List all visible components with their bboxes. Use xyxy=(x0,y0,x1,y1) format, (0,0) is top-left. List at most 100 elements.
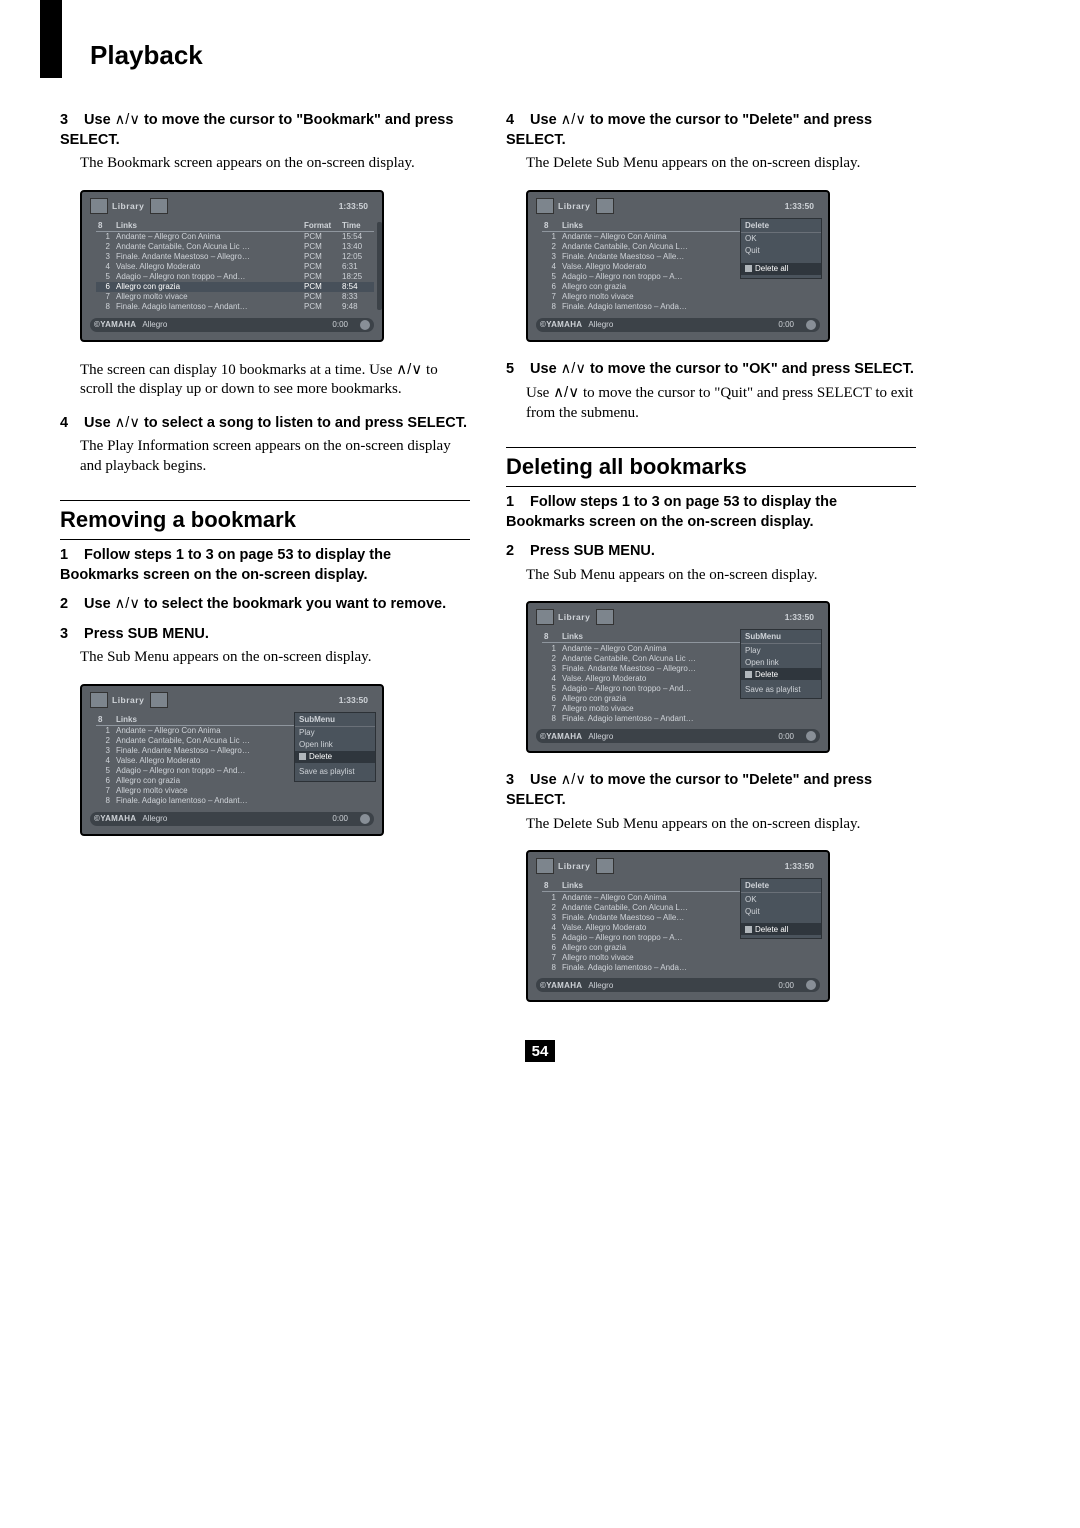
submenu-title: Delete xyxy=(741,219,821,233)
list-header: 8 Links Format Time xyxy=(96,220,374,232)
status-time: 0:00 xyxy=(778,981,794,990)
top-time: 1:33:50 xyxy=(339,695,374,705)
page-number: 54 xyxy=(525,1040,555,1062)
delete-menu: Delete OKQuitDelete all xyxy=(740,878,822,939)
submenu-title: SubMenu xyxy=(295,713,375,727)
note-icon xyxy=(536,609,554,625)
up-down-arrows-icon: ∧/∨ xyxy=(561,772,586,788)
sub-menu: SubMenu PlayOpen linkDeleteSave as playl… xyxy=(740,629,822,699)
remove-step3-body: The Sub Menu appears on the on-screen di… xyxy=(80,648,470,668)
submenu-item: OK xyxy=(741,233,821,245)
submenu-item: Delete xyxy=(295,751,375,763)
submenu-item: Open link xyxy=(295,739,375,751)
library-label: Library xyxy=(112,201,144,211)
table-row: 4Valse. Allegro ModeratoPCM6:31 xyxy=(96,262,374,272)
right-step5: 5 Use ∧/∨ to move the cursor to "OK" and… xyxy=(506,360,916,380)
fig1-note: The screen can display 10 bookmarks at a… xyxy=(80,360,470,400)
table-row: 7Allegro molto vivace xyxy=(542,703,820,713)
note-icon xyxy=(90,198,108,214)
left-column: 3 Use ∧/∨ to move the cursor to "Bookmar… xyxy=(60,111,470,1020)
up-down-arrows-icon: ∧/∨ xyxy=(396,361,422,378)
table-row: 8Finale. Adagio lamentoso – Andant… xyxy=(542,713,820,723)
bookmark-list: 8 Links Format Time 1Andante – Allegro C… xyxy=(96,220,374,312)
step-number: 3 xyxy=(60,625,80,645)
status-time: 0:00 xyxy=(778,320,794,329)
progress-knob xyxy=(360,814,370,824)
screen-topbar: Library 1:33:50 xyxy=(82,686,382,710)
step-number: 3 xyxy=(506,771,526,791)
table-row: 7Allegro molto vivace xyxy=(96,786,374,796)
stop-icon xyxy=(745,671,752,678)
figure-submenu-screen-2: Library 1:33:50 8 Links 1Andante – Alleg… xyxy=(526,601,830,753)
screen-topbar: Library 1:33:50 xyxy=(528,852,828,876)
right-column: 4 Use ∧/∨ to move the cursor to "Delete"… xyxy=(506,111,916,1020)
library-label: Library xyxy=(112,695,144,705)
table-row: 6Allegro con grazia xyxy=(542,282,820,292)
library-label: Library xyxy=(558,861,590,871)
tool-icon xyxy=(150,198,168,214)
step-number: 5 xyxy=(506,360,526,380)
tool-icon xyxy=(150,692,168,708)
table-row: 3Finale. Andante Maestoso – Allegro…PCM1… xyxy=(96,252,374,262)
screen-topbar: Library 1:33:50 xyxy=(82,192,382,216)
status-track: Allegro xyxy=(142,320,167,329)
right-step5-body: Use ∧/∨ to move the cursor to "Quit" and… xyxy=(526,383,916,423)
submenu-item: Delete all xyxy=(741,263,821,275)
figure-bookmark-screen: Library 1:33:50 8 Links Format Time 1And… xyxy=(80,190,384,342)
table-row: 8Finale. Adagio lamentoso – Anda… xyxy=(542,302,820,312)
step-number: 1 xyxy=(506,493,526,513)
status-bar: ©YAMAHA Allegro 0:00 xyxy=(536,318,820,332)
table-row: 7Allegro molto vivacePCM8:33 xyxy=(96,292,374,302)
progress-knob xyxy=(806,731,816,741)
brand-label: ©YAMAHA xyxy=(94,320,136,329)
list-with-submenu: 8 Links 1Andante – Allegro Con Anima2And… xyxy=(542,631,820,723)
del-step2-body: The Sub Menu appears on the on-screen di… xyxy=(526,566,916,586)
left-step4: 4 Use ∧/∨ to select a song to listen to … xyxy=(60,414,470,434)
submenu-item: Save as playlist xyxy=(741,683,821,695)
top-time: 1:33:50 xyxy=(339,201,374,211)
left-step3: 3 Use ∧/∨ to move the cursor to "Bookmar… xyxy=(60,111,470,150)
left-step4-body: The Play Information screen appears on t… xyxy=(80,437,470,476)
up-down-arrows-icon: ∧/∨ xyxy=(115,596,140,612)
status-time: 0:00 xyxy=(778,732,794,741)
screen-topbar: Library 1:33:50 xyxy=(528,192,828,216)
brand-label: ©YAMAHA xyxy=(540,981,582,990)
del-step1: 1 Follow steps 1 to 3 on page 53 to disp… xyxy=(506,493,916,532)
submenu-item: Play xyxy=(741,644,821,656)
library-label: Library xyxy=(558,201,590,211)
up-down-arrows-icon: ∧/∨ xyxy=(561,361,586,377)
status-bar: ©YAMAHA Allegro 0:00 xyxy=(536,729,820,743)
step-number: 2 xyxy=(506,542,526,562)
right-step4-body: The Delete Sub Menu appears on the on-sc… xyxy=(526,154,916,174)
top-time: 1:33:50 xyxy=(785,861,820,871)
section-removing: Removing a bookmark xyxy=(60,500,470,540)
status-bar: ©YAMAHA Allegro 0:00 xyxy=(536,978,820,992)
submenu-item: Delete all xyxy=(741,923,821,935)
table-row: 6Allegro con graziaPCM8:54 xyxy=(96,282,374,292)
section-tab xyxy=(40,0,62,78)
note-icon xyxy=(90,692,108,708)
status-bar: ©YAMAHA Allegro 0:00 xyxy=(90,318,374,332)
status-track: Allegro xyxy=(588,732,613,741)
submenu-title: Delete xyxy=(741,879,821,893)
step-number: 3 xyxy=(60,111,80,131)
table-row: 7Allegro molto vivace xyxy=(542,292,820,302)
status-track: Allegro xyxy=(142,814,167,823)
status-time: 0:00 xyxy=(332,814,348,823)
note-icon xyxy=(536,198,554,214)
status-time: 0:00 xyxy=(332,320,348,329)
brand-label: ©YAMAHA xyxy=(94,814,136,823)
stop-icon xyxy=(299,753,306,760)
step-number: 1 xyxy=(60,546,80,566)
tool-icon xyxy=(596,858,614,874)
left-step3-body: The Bookmark screen appears on the on-sc… xyxy=(80,154,470,174)
figure-delete-screen-2: Library 1:33:50 8 Links 1Andante – Alleg… xyxy=(526,850,830,1002)
submenu-item: Quit xyxy=(741,245,821,257)
del-step3-body: The Delete Sub Menu appears on the on-sc… xyxy=(526,815,916,835)
progress-knob xyxy=(806,320,816,330)
tool-icon xyxy=(596,198,614,214)
table-row: 2Andante Cantabile, Con Alcuna Lic …PCM1… xyxy=(96,242,374,252)
top-time: 1:33:50 xyxy=(785,612,820,622)
table-row: 8Finale. Adagio lamentoso – Andant… xyxy=(96,796,374,806)
up-down-arrows-icon: ∧/∨ xyxy=(561,112,586,128)
